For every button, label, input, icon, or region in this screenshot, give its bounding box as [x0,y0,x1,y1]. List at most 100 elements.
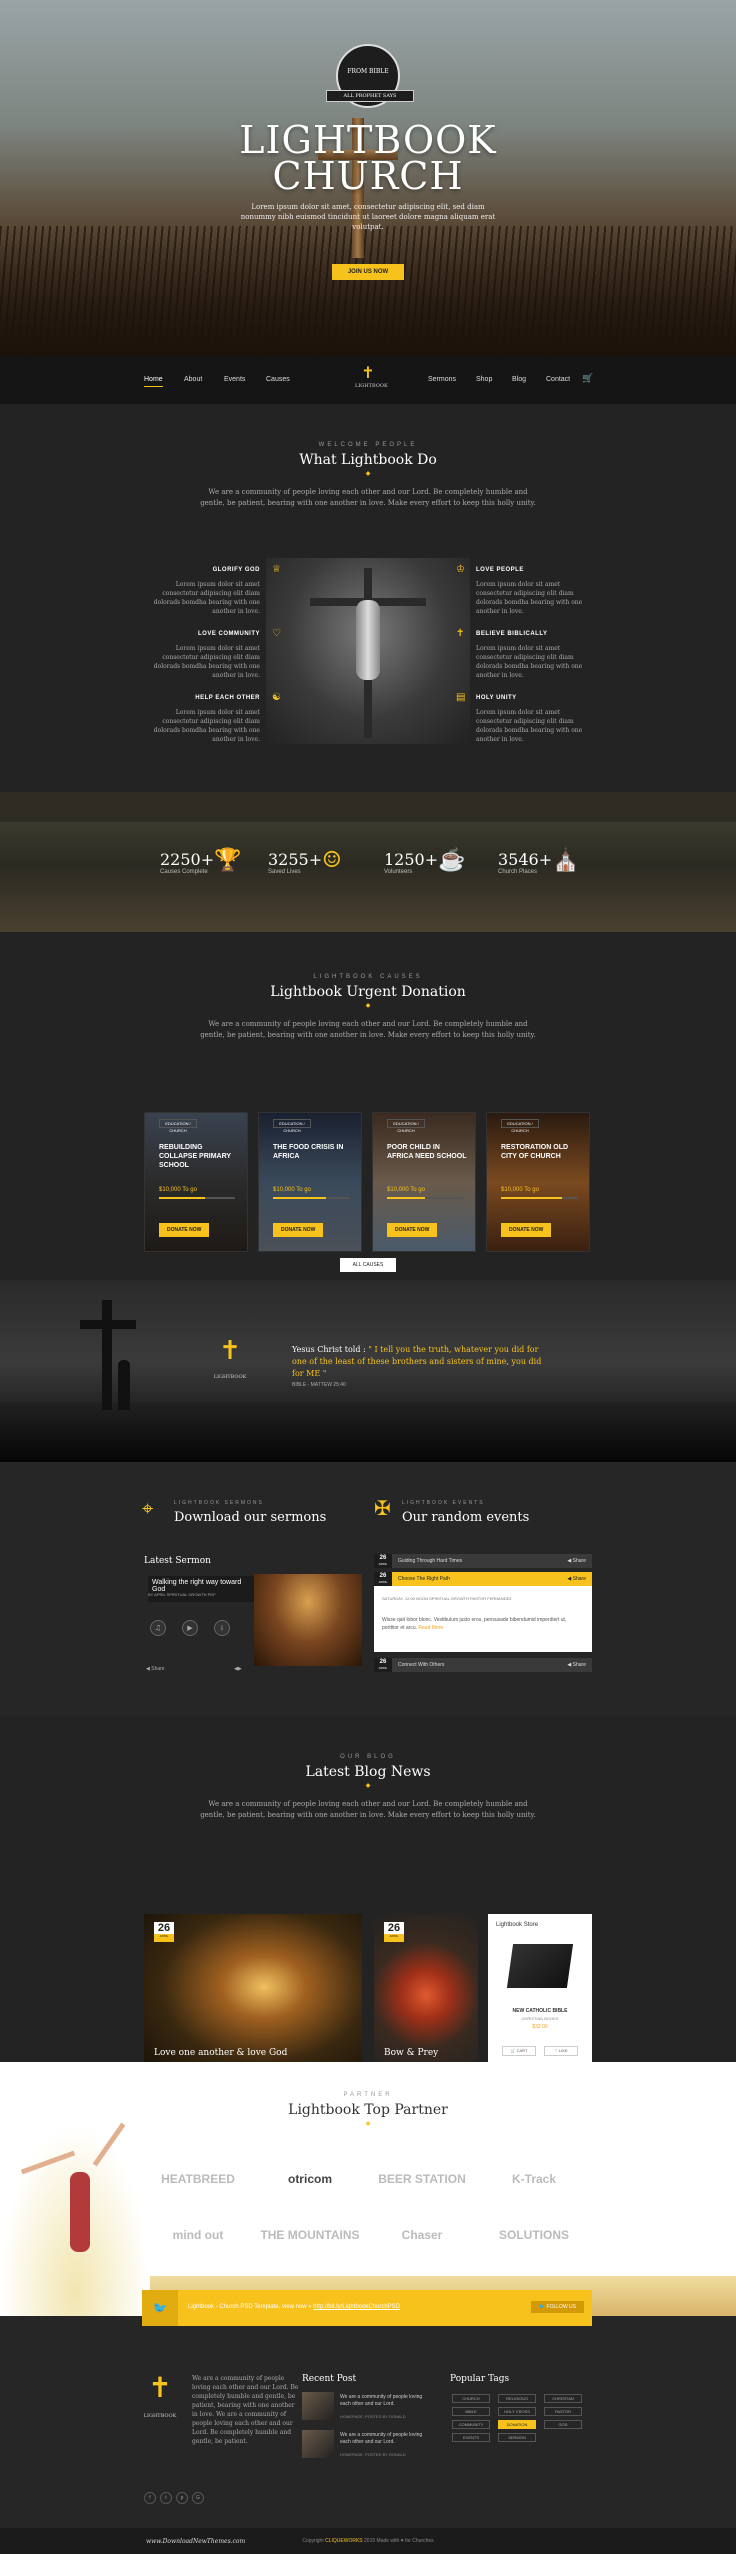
cause-card[interactable]: EDUCATION / CHURCH THE FOOD CRISIS IN AF… [258,1112,362,1252]
copyright-prefix: Copyright [302,2538,324,2544]
copyright-bar: Copyright CLIQUEWORKS 2015 Made with ♥ f… [0,2528,736,2554]
nav-sermons[interactable]: Sermons [428,376,456,383]
pager-arrows[interactable]: ◀▶ [234,1666,242,1672]
partner-logo[interactable]: THE MOUNTAINS [254,2208,366,2262]
facebook-icon[interactable]: f [144,2492,156,2504]
main-nav: Home About Events Causes ✝ LIGHTBOOK Serm… [0,356,736,404]
nav-blog[interactable]: Blog [512,376,526,383]
event-item[interactable]: 26 APRIL Connect With Others ◀ Share [374,1658,592,1672]
join-us-button[interactable]: JOIN US NOW [332,264,404,280]
feature-text: Lorem ipsum dolor sit amet consectetur a… [153,645,260,679]
post-title[interactable]: Love one another & love God [154,2048,287,2058]
feature-text: Lorem ipsum dolor sit amet consectetur a… [476,581,583,615]
tag-church[interactable]: CHURCH [452,2394,490,2403]
event-share[interactable]: ◀ Share [567,1558,586,1564]
cause-card[interactable]: EDUCATION / CHURCH POOR CHILD IN AFRICA … [372,1112,476,1252]
tag-events[interactable]: EVENTS [452,2433,490,2442]
nav-about[interactable]: About [184,376,202,383]
sermons-kicker: LIGHTBOOK SERMONS [174,1500,264,1506]
blog-post[interactable]: 26APRIL Love one another & love God HOME… [144,1914,362,2076]
nav-causes[interactable]: Causes [266,376,290,383]
pinterest-icon[interactable]: p [176,2492,188,2504]
partner-logo[interactable]: K-Track [478,2152,590,2206]
event-share-label: Share [572,1558,586,1564]
video-icon[interactable]: ▶ [182,1620,198,1636]
tag-community[interactable]: COMMUNITY [452,2420,490,2429]
tag-bible[interactable]: BIBLE [452,2407,490,2416]
event-share[interactable]: ◀ Share [567,1662,586,1668]
donate-button[interactable]: DONATE NOW [501,1223,552,1237]
cause-tag: EDUCATION / CHURCH [387,1119,425,1133]
church-icon: ⛪ [552,848,580,873]
what-kicker: WELCOME PEOPLE [318,442,418,448]
causes-section: LIGHTBOOK CAUSES Lightbook Urgent Donati… [0,932,736,1280]
store-heading: Lightbook Store [496,1922,539,1928]
partner-logo[interactable]: Chaser [366,2208,478,2262]
cause-title[interactable]: RESTORATION OLD CITY OF CHURCH [501,1143,581,1161]
cause-raised: $10,000 To go [159,1187,197,1193]
event-item[interactable]: 26 APRIL Guiding Through Hard Times ◀ Sha… [374,1554,592,1568]
cart-icon[interactable]: 🛒 [582,373,593,384]
partner-logo[interactable]: mind out [142,2208,254,2262]
recent-post-text[interactable]: We are a community of people loving each… [340,2394,430,2408]
bible-book-image[interactable] [506,1944,574,1988]
copyright-brand[interactable]: CLIQUEWORKS [325,2538,363,2544]
partner-logo[interactable]: BEER STATION [366,2152,478,2206]
divider-icon: ◆ [365,1782,371,1789]
nav-home[interactable]: Home [144,376,163,387]
partner-logo[interactable]: otricom [254,2152,366,2206]
sermons-title: Download our sermons [174,1510,327,1525]
event-body-text: Wisse qait lobor blonc. Vestibulum justo… [382,1617,567,1631]
hero-section: FROM BIBLE ALL PROPHET SAYS LIGHTBOOK CH… [0,0,736,356]
cause-card[interactable]: EDUCATION / CHURCH RESTORATION OLD CITY … [486,1112,590,1252]
follow-us-button[interactable]: 🐦 FOLLOW US [530,2301,584,2313]
donate-button[interactable]: DONATE NOW [273,1223,324,1237]
partner-logo[interactable]: HEATBREED [142,2152,254,2206]
tag-pastor[interactable]: PASTOR [544,2407,582,2416]
partners-section: PARTNER Lightbook Top Partner ◆ HEATBREE… [0,2062,736,2316]
tag-christian[interactable]: CHRISTIAN [544,2394,582,2403]
read-more-link[interactable]: Read More [418,1625,443,1631]
cart-button[interactable]: 🛒 CART [502,2046,536,2056]
stat-label: Church Places [498,869,538,875]
divider-icon: ◆ [365,470,371,477]
post-day: 26 [157,1922,171,1934]
tag-sermon[interactable]: SERMON [498,2433,536,2442]
tag-god[interactable]: GOD [544,2420,582,2429]
event-item-active[interactable]: 26 APRIL Choose The Right Path ◀ Share [374,1572,592,1586]
donate-button[interactable]: DONATE NOW [159,1223,210,1237]
googleplus-icon[interactable]: G [192,2492,204,2504]
blog-kicker: OUR BLOG [340,1754,396,1760]
tweet-link[interactable]: http://bit.ly/LightbookChurchPSD [313,2304,400,2310]
headphones-icon[interactable]: ♫ [150,1620,166,1636]
nav-logo[interactable]: ✝ LIGHTBOOK [355,364,388,396]
like-button[interactable]: ♡ LIKE [544,2046,578,2056]
recent-post-text[interactable]: We are a community of people loving each… [340,2432,430,2446]
download-icon[interactable]: ↓ [214,1620,230,1636]
partner-logo[interactable]: SOLUTIONS [478,2208,590,2262]
nav-shop[interactable]: Shop [476,376,492,383]
post-title[interactable]: Bow & Prey [384,2048,438,2058]
post-thumbnail[interactable] [302,2392,334,2420]
cause-card[interactable]: EDUCATION / CHURCH REBUILDING COLLAPSE P… [144,1112,248,1252]
twitter-icon: 🐦 [142,2290,178,2326]
blog-post[interactable]: 26APRIL Bow & Prey SPIRITUAL GROWTH PAST… [374,1914,478,2076]
tag-donation[interactable]: DONATION [498,2420,536,2429]
cause-title[interactable]: REBUILDING COLLAPSE PRIMARY SCHOOL [159,1143,239,1170]
events-title: Our random events [402,1510,530,1525]
cause-title[interactable]: THE FOOD CRISIS IN AFRICA [273,1143,353,1161]
event-share[interactable]: ◀ Share [567,1576,586,1582]
all-causes-button[interactable]: ALL CAUSES [340,1258,396,1272]
nav-contact[interactable]: Contact [546,376,570,383]
sermon-title[interactable]: Walking the right way toward God [148,1576,254,1602]
donate-button[interactable]: DONATE NOW [387,1223,438,1237]
tag-religious[interactable]: RELIGIOUS [498,2394,536,2403]
share-link[interactable]: ◀ Share [146,1666,165,1672]
nav-events[interactable]: Events [224,376,245,383]
hero-title-line2: CHURCH [272,154,464,198]
twitter-social-icon[interactable]: t [160,2492,172,2504]
product-name[interactable]: NEW CATHOLIC BIBLE [488,2008,592,2014]
tag-holy-cross[interactable]: HOLY CROSS [498,2407,536,2416]
post-thumbnail[interactable] [302,2430,334,2458]
cause-title[interactable]: POOR CHILD IN AFRICA NEED SCHOOL [387,1143,467,1161]
